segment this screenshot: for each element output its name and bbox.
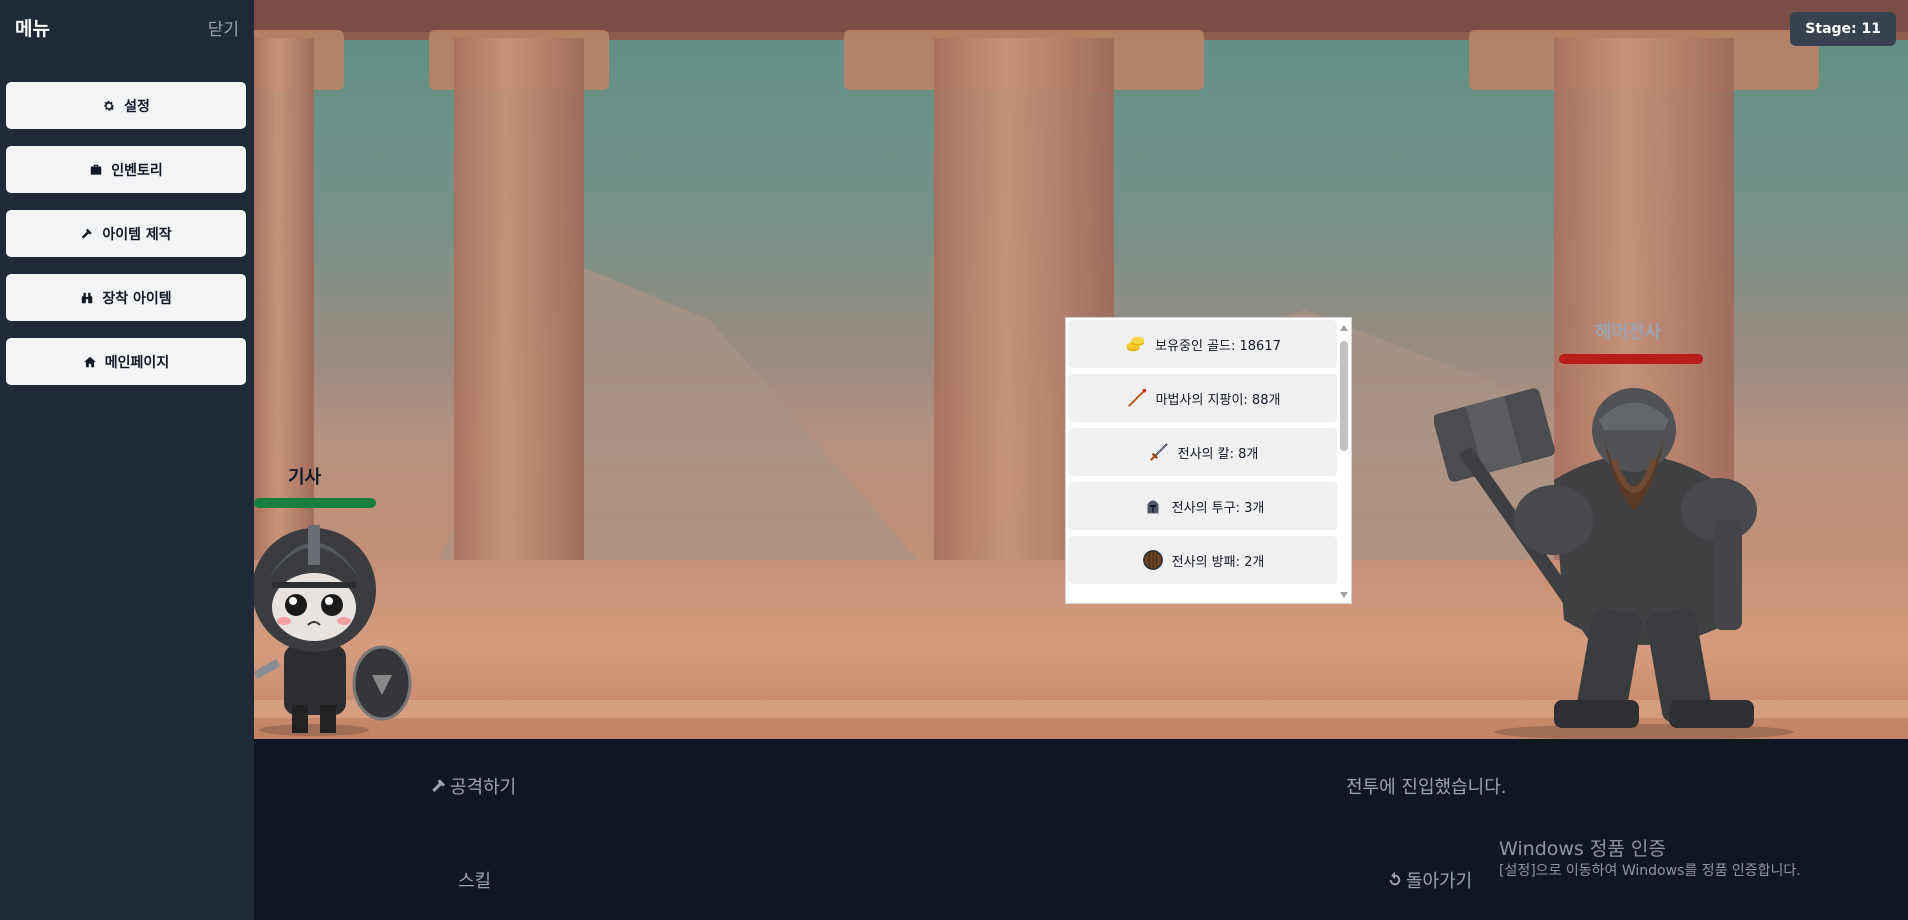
wizard-staff-icon bbox=[1127, 388, 1146, 407]
hammer-icon bbox=[82, 228, 93, 239]
sword-icon bbox=[1149, 443, 1168, 462]
sidebar-title: 메뉴 bbox=[15, 17, 50, 40]
scroll-up-arrow-icon[interactable] bbox=[1340, 325, 1348, 331]
inventory-item-label: 전사의 칼: 8개 bbox=[1177, 446, 1259, 462]
battle-scene: Stage: 11 기사 해머전사 보유중인 골드: 18617 마법사의 지팡… bbox=[254, 0, 1908, 739]
skill-label: 스킬 bbox=[458, 871, 492, 892]
battle-control-bar: 공격하기 스킬 전투에 진입했습니다. 돌아가기 bbox=[254, 739, 1908, 920]
sidebar-close-button[interactable]: 닫기 bbox=[208, 15, 239, 40]
inventory-item-label: 전사의 투구: 3개 bbox=[1171, 500, 1265, 516]
enemy-hp-bar bbox=[1559, 354, 1703, 364]
hammer-warrior-character[interactable] bbox=[1434, 370, 1814, 739]
inventory-popup: 보유중인 골드: 18617 마법사의 지팡이: 88개 전사의 칼: 8개 전… bbox=[1065, 317, 1352, 604]
knight-character[interactable] bbox=[254, 515, 414, 737]
inventory-button[interactable]: 인벤토리 bbox=[6, 146, 246, 193]
item-crafting-label: 아이템 제작 bbox=[102, 226, 172, 243]
enemy-name: 해머전사 bbox=[1595, 322, 1662, 343]
inventory-item-helmet[interactable]: 전사의 투구: 3개 bbox=[1068, 482, 1338, 530]
main-page-button[interactable]: 메인페이지 bbox=[6, 338, 246, 385]
equipped-items-button[interactable]: 장착 아이템 bbox=[6, 274, 246, 321]
gear-icon bbox=[104, 100, 115, 111]
main-page-label: 메인페이지 bbox=[104, 354, 170, 371]
attack-button[interactable]: 공격하기 bbox=[430, 773, 516, 799]
briefcase-icon bbox=[90, 164, 102, 175]
attack-label: 공격하기 bbox=[450, 777, 517, 798]
windows-activation-title: Windows 정품 인증 bbox=[1499, 838, 1666, 860]
player-hp-bar bbox=[254, 498, 376, 508]
gold-coins-icon bbox=[1126, 336, 1145, 352]
inventory-item-wizard-staff[interactable]: 마법사의 지팡이: 88개 bbox=[1068, 374, 1338, 422]
inventory-item-sword[interactable]: 전사의 칼: 8개 bbox=[1068, 428, 1338, 476]
back-button[interactable]: 돌아가기 bbox=[1386, 867, 1472, 893]
skill-button[interactable]: 스킬 bbox=[458, 867, 491, 893]
stage-indicator: Stage: 11 bbox=[1790, 12, 1896, 46]
inventory-item-label: 전사의 방패: 2개 bbox=[1171, 554, 1265, 570]
settings-label: 설정 bbox=[124, 98, 150, 115]
settings-button[interactable]: 설정 bbox=[6, 82, 246, 129]
player-name: 기사 bbox=[288, 467, 322, 488]
home-icon bbox=[83, 356, 96, 367]
item-crafting-button[interactable]: 아이템 제작 bbox=[6, 210, 246, 257]
inventory-item-label: 마법사의 지팡이: 88개 bbox=[1155, 392, 1281, 408]
inventory-label: 인벤토리 bbox=[111, 162, 163, 179]
inventory-item-gold[interactable]: 보유중인 골드: 18617 bbox=[1068, 320, 1338, 368]
windows-activation-subtitle: [설정]으로 이동하여 Windows를 정품 인증합니다. bbox=[1499, 863, 1801, 879]
hammer-icon bbox=[432, 779, 445, 792]
inventory-scrollbar[interactable] bbox=[1337, 318, 1351, 603]
inventory-item-label: 보유중인 골드: 18617 bbox=[1155, 338, 1281, 354]
sidebar-header: 메뉴 닫기 bbox=[0, 0, 254, 54]
sidebar-menu: 메뉴 닫기 설정 인벤토리 아이템 제작 장착 아이템 메인페이지 bbox=[0, 0, 254, 920]
inventory-item-shield[interactable]: 전사의 방패: 2개 bbox=[1068, 536, 1338, 584]
equipped-items-label: 장착 아이템 bbox=[102, 290, 172, 307]
battle-log: 전투에 진입했습니다. bbox=[1346, 777, 1507, 798]
back-label: 돌아가기 bbox=[1406, 871, 1473, 892]
binoculars-icon bbox=[82, 292, 93, 303]
shield-icon bbox=[1142, 550, 1163, 570]
scroll-down-arrow-icon[interactable] bbox=[1340, 592, 1348, 598]
helmet-icon bbox=[1147, 500, 1159, 514]
undo-arrow-icon bbox=[1389, 871, 1401, 886]
scrollbar-thumb[interactable] bbox=[1340, 341, 1348, 451]
inventory-list: 보유중인 골드: 18617 마법사의 지팡이: 88개 전사의 칼: 8개 전… bbox=[1066, 318, 1338, 590]
